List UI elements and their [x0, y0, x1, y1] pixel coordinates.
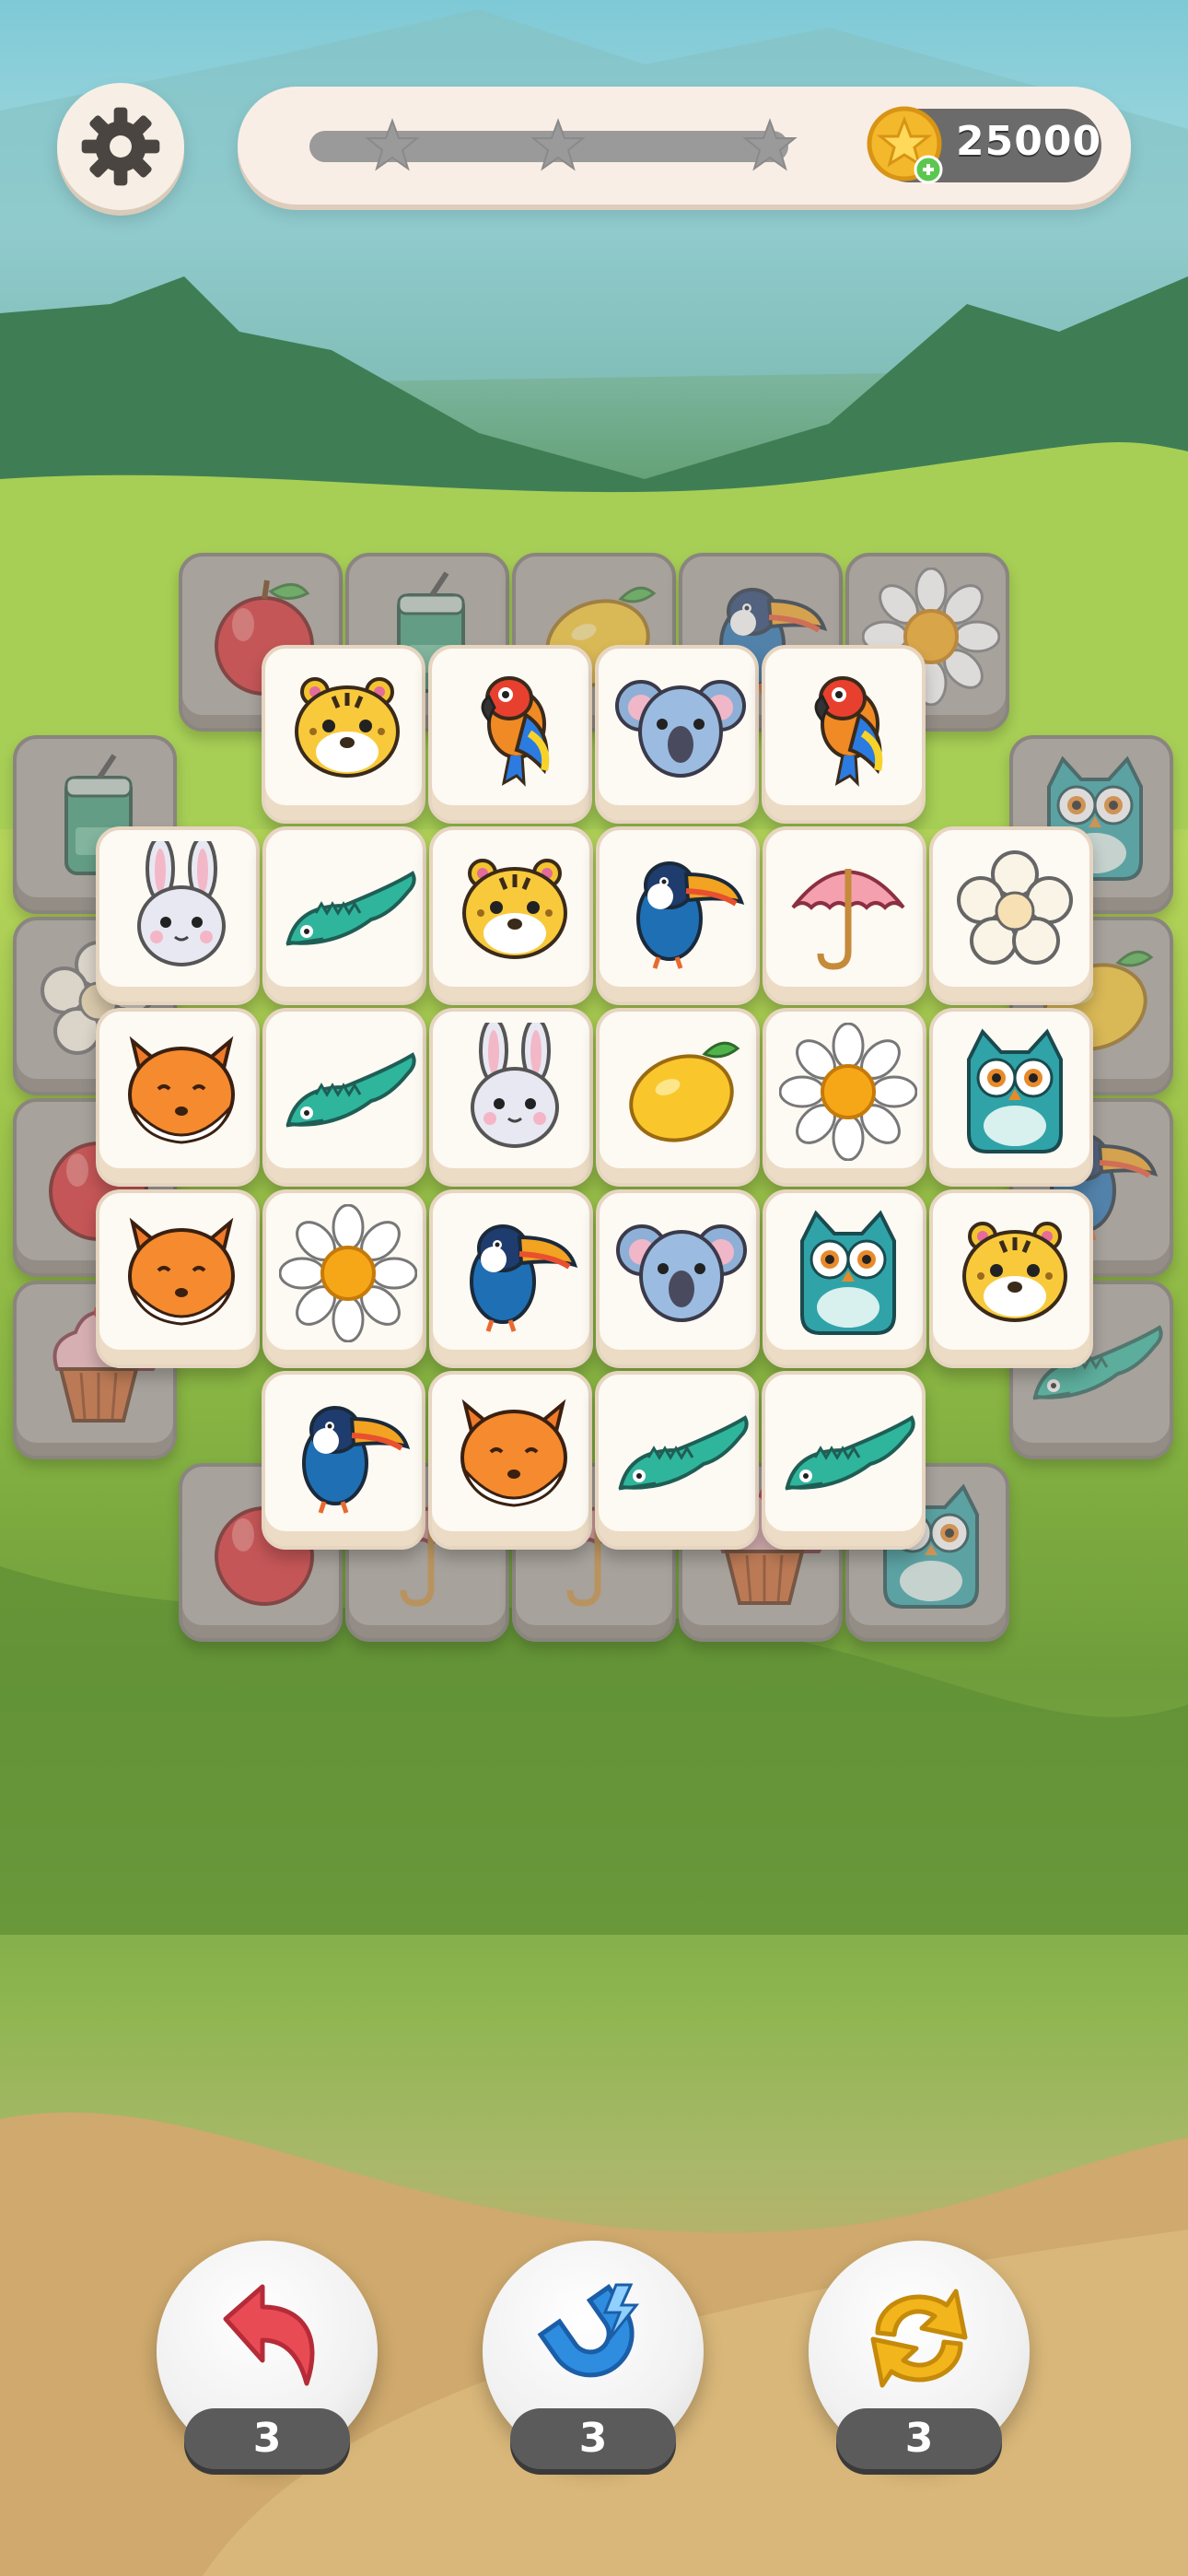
- tile-owl[interactable]: [929, 1008, 1093, 1187]
- tiger-icon: [295, 677, 400, 778]
- tile-lemon[interactable]: [596, 1008, 760, 1187]
- magnet-icon: [537, 2283, 640, 2378]
- tile-umbrella[interactable]: [763, 826, 926, 1005]
- tile-toucan[interactable]: [429, 1189, 593, 1368]
- undo-arrow-icon: [223, 2284, 315, 2386]
- tile-crocodile[interactable]: [595, 1371, 759, 1550]
- bunny-icon: [137, 841, 226, 966]
- toucan-icon: [636, 861, 745, 969]
- tile-daisy[interactable]: [262, 1189, 426, 1368]
- koala-icon: [616, 1224, 747, 1322]
- parrot-icon: [481, 676, 550, 787]
- tile-fox[interactable]: [428, 1371, 592, 1550]
- shuffle-button[interactable]: 3: [809, 2241, 1030, 2469]
- flower-icon: [957, 850, 1073, 965]
- bunny-icon: [471, 1023, 559, 1148]
- tile-flower[interactable]: [929, 826, 1093, 1005]
- fox-icon: [128, 1036, 235, 1144]
- toucan-icon: [470, 1224, 578, 1332]
- umbrella-icon: [791, 869, 905, 970]
- tile-bunny[interactable]: [429, 1008, 593, 1187]
- tile-toucan[interactable]: [262, 1371, 425, 1550]
- tile-parrot[interactable]: [428, 645, 592, 824]
- shuffle-count: 3: [836, 2408, 1002, 2469]
- tile-tiger[interactable]: [429, 826, 593, 1005]
- daisy-icon: [779, 1023, 917, 1161]
- tile-koala[interactable]: [595, 645, 759, 824]
- owl-icon: [967, 1028, 1063, 1153]
- parrot-icon: [814, 676, 883, 787]
- tile-fox[interactable]: [96, 1008, 260, 1187]
- toucan-icon: [302, 1406, 411, 1514]
- shuffle-icon: [870, 2289, 968, 2388]
- tile-bunny[interactable]: [96, 826, 260, 1005]
- koala-icon: [615, 680, 746, 778]
- tile-koala[interactable]: [596, 1189, 760, 1368]
- fox-icon: [128, 1217, 235, 1326]
- fox-icon: [460, 1399, 567, 1507]
- owl-icon: [800, 1210, 896, 1335]
- lemon-icon: [629, 1041, 740, 1142]
- daisy-icon: [279, 1204, 417, 1342]
- crocodile-icon: [785, 1415, 915, 1491]
- tile-tiger[interactable]: [929, 1189, 1093, 1368]
- tile-crocodile[interactable]: [762, 1371, 926, 1550]
- tile-crocodile[interactable]: [262, 1008, 426, 1187]
- magnet-button[interactable]: 3: [483, 2241, 704, 2469]
- tile-toucan[interactable]: [596, 826, 760, 1005]
- tile-fox[interactable]: [96, 1189, 260, 1368]
- tile-daisy[interactable]: [763, 1008, 926, 1187]
- tile-parrot[interactable]: [762, 645, 926, 824]
- crocodile-icon: [285, 1052, 416, 1128]
- crocodile-icon: [285, 871, 416, 946]
- tile-crocodile[interactable]: [262, 826, 426, 1005]
- crocodile-icon: [618, 1415, 749, 1491]
- undo-count: 3: [184, 2408, 350, 2469]
- tiger-icon: [962, 1222, 1067, 1322]
- undo-button[interactable]: 3: [157, 2241, 378, 2469]
- magnet-count: 3: [510, 2408, 676, 2469]
- tile-board: [0, 0, 1188, 2576]
- tiger-icon: [462, 859, 567, 959]
- tile-owl[interactable]: [763, 1189, 926, 1368]
- tile-tiger[interactable]: [262, 645, 425, 824]
